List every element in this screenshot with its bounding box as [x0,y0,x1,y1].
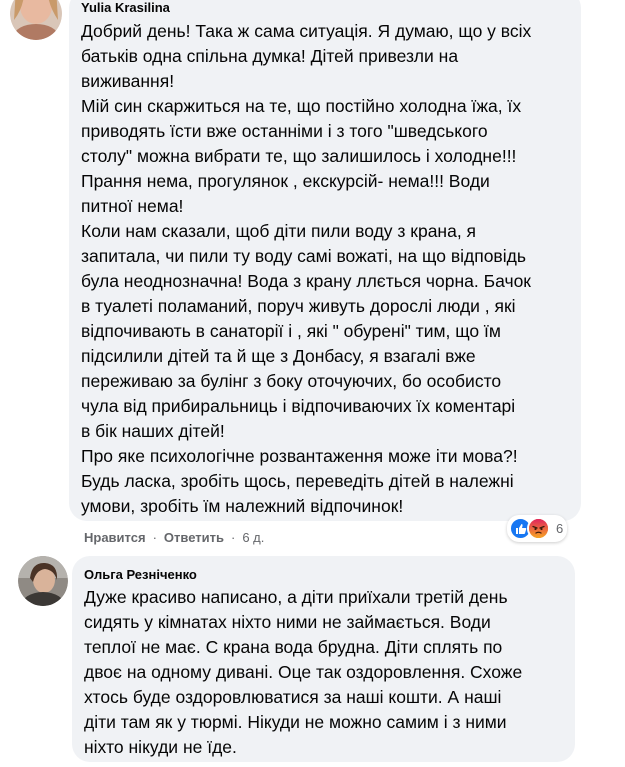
comment-line: переживаю за булінг з боку оточуючих, бо… [81,371,502,391]
reaction-count: 6 [556,521,564,536]
avatar[interactable] [10,0,62,40]
comment-line: в туалеті поламаний, поруч живуть доросл… [81,296,516,316]
comment-line: Дуже красиво написано, а діти приїхали т… [84,587,508,607]
comment-line: Про яке психологічне розвантаження може … [81,446,518,466]
comment-line: діти там як у тюрмі. Нікуди не можно сам… [84,712,507,732]
avatar[interactable] [18,556,68,606]
comment-line: Прання нема, прогулянок , екскурсій- нем… [81,171,490,191]
comment-actions: Нравится · Ответить · 6 д. [84,530,264,545]
comment-author[interactable]: Yulia Krasilina [81,0,170,16]
comment-author[interactable]: Ольга Резніченко [84,567,197,583]
comment-line: була неоднозначна! Вода з крану ллється … [81,271,531,291]
comment-line: столу" можна вибрати те, що залишилось і… [81,146,517,166]
comment-timestamp[interactable]: 6 д. [242,530,264,545]
like-button[interactable]: Нравится [84,530,146,545]
comment-line: умови, зробіть їм належний відпочинок! [81,496,404,516]
separator-dot: · [152,530,157,545]
avatar-photo-icon [10,0,62,40]
comment-bubble: Yulia Krasilina Добрий день! Така ж сама… [69,0,581,521]
comment-line: Добрий день! Така ж сама ситуація. Я дум… [81,21,532,41]
comment-line: хтось буде оздоровлюватися за наші кошти… [84,687,502,707]
reply-button[interactable]: Ответить [164,530,224,545]
comment-line: двоє на одному дивані. Оце так оздоровле… [84,662,523,682]
comment-line: питної нема! [81,196,184,216]
comment-line: батьків одна спільна думка! Дітей привез… [81,46,459,66]
comment-line: чула від прибиральниць і відпочиваючих ї… [81,396,516,416]
comment-line: приводять їсти вже останніми і з того "ш… [81,121,488,141]
comment-line: теплої не має. С крана вода брудна. Діти… [84,637,503,657]
reactions-summary[interactable]: 6 [507,515,568,542]
comment-bubble: Ольга Резніченко Дуже красиво написано, … [72,556,575,762]
comment-line: Мій син скаржиться на те, що постійно хо… [81,96,522,116]
comment-line: Будь ласка, зробіть щось, переведіть діт… [81,471,514,491]
comment-line: Коли нам сказали, щоб діти пили воду з к… [81,221,477,241]
avatar-photo-icon [18,556,68,606]
angry-icon [527,517,550,540]
comment-line: підсилили дітей та й ще з Донбасу, я вза… [81,346,476,366]
comment-line: відпочивають в санаторії і , які " обуре… [81,321,501,341]
comment-line: запитала, чи пили ту воду самі вожаті, н… [81,246,526,266]
comment-body: Добрий день! Така ж сама ситуація. Я дум… [81,19,576,519]
separator-dot: · [230,530,236,545]
comment-line: ніхто нікуди не їде. [84,737,237,757]
comment-line: в бік наших дітей! [81,421,225,441]
comment-line: виживання! [81,71,175,91]
comment-body: Дуже красиво написано, а діти приїхали т… [84,585,569,760]
comment-line: сидять у кімнатах ніхто ними не займаєть… [84,612,491,632]
